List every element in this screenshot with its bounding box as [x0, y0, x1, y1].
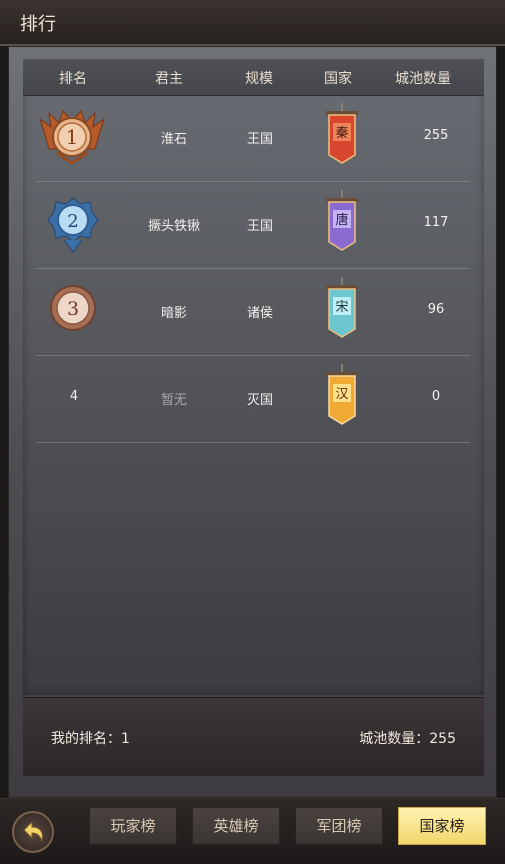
lord-name: 撅头铁锹 — [147, 219, 200, 234]
bottom-navigation: 玩家榜 英雄榜 军团榜 国家榜 — [0, 798, 505, 864]
table-row[interactable]: 4 暂无 灭国 汉 0 — [36, 356, 470, 443]
header-rank: 排名 — [59, 71, 87, 87]
flag-qin-icon: 秦 — [326, 103, 358, 164]
table-row[interactable]: 2 撅头铁锹 王国 唐 117 — [36, 182, 470, 269]
scale-value: 灭国 — [246, 393, 273, 408]
scale-value: 王国 — [246, 219, 273, 234]
ranking-table: 排名 君主 规模 国家 城池数量 1 淮石 王国 秦 255 2 撅头铁锹 王国… — [23, 59, 484, 695]
scale-value: 王国 — [246, 132, 273, 147]
header-cities: 城池数量 — [395, 71, 451, 87]
svg-text:3: 3 — [67, 298, 79, 320]
back-button[interactable] — [12, 811, 54, 853]
header-lord: 君主 — [155, 71, 183, 87]
svg-text:2: 2 — [67, 211, 78, 232]
flag-han-icon: 汉 — [326, 364, 358, 425]
gold-medal-icon: 1 — [39, 110, 105, 165]
header-scale: 规模 — [245, 71, 273, 87]
title-bar: 排行 — [0, 0, 505, 46]
lord-name: 暂无 — [160, 393, 187, 408]
flag-label: 唐 — [335, 212, 348, 228]
header-country: 国家 — [324, 71, 352, 87]
ranking-panel: 排名 君主 规模 国家 城池数量 1 淮石 王国 秦 255 2 撅头铁锹 王国… — [8, 46, 497, 798]
tab-player-rank[interactable]: 玩家榜 — [89, 807, 177, 845]
bronze-medal-icon: 3 — [50, 285, 96, 331]
city-count: 0 — [431, 389, 441, 404]
svg-text:1: 1 — [66, 125, 79, 149]
city-count: 255 — [423, 128, 449, 143]
page-title: 排行 — [20, 14, 56, 35]
my-rank-label: 我的排名：1 — [51, 731, 130, 747]
flag-song-icon: 宋 — [326, 277, 358, 338]
rank-number: 4 — [69, 389, 79, 404]
lord-name: 暗影 — [160, 306, 187, 321]
flag-label: 秦 — [335, 126, 348, 141]
tab-hero-rank[interactable]: 英雄榜 — [192, 807, 280, 845]
table-header: 排名 君主 规模 国家 城池数量 — [23, 59, 484, 96]
lord-name: 淮石 — [160, 132, 187, 147]
table-row[interactable]: 1 淮石 王国 秦 255 — [36, 95, 470, 182]
my-city-count-label: 城池数量：255 — [359, 731, 456, 747]
flag-label: 汉 — [335, 387, 348, 402]
city-count: 96 — [427, 302, 445, 317]
silver-medal-icon: 2 — [47, 197, 99, 253]
table-row[interactable]: 3 暗影 诸侯 宋 96 — [36, 269, 470, 356]
ranking-window: 排行 排名 君主 规模 国家 城池数量 1 淮石 王国 秦 255 2 撅头铁锹… — [0, 0, 505, 864]
city-count: 117 — [423, 215, 449, 230]
scale-value: 诸侯 — [246, 306, 273, 321]
flag-tang-icon: 唐 — [326, 190, 358, 251]
tab-legion-rank[interactable]: 军团榜 — [295, 807, 383, 845]
my-rank-summary: 我的排名：1 城池数量：255 — [23, 697, 484, 776]
flag-label: 宋 — [335, 300, 348, 315]
back-arrow-icon — [23, 820, 43, 843]
tab-country-rank[interactable]: 国家榜 — [398, 807, 486, 845]
